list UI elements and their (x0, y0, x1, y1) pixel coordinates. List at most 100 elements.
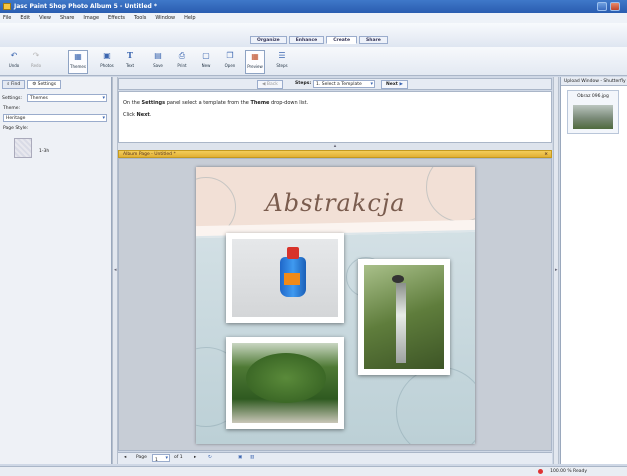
tab-find[interactable]: ⌕ Find (2, 80, 26, 89)
title-bar: Jasc Paint Shop Photo Album 5 - Untitled… (0, 0, 627, 13)
open-button[interactable]: ❐ Open (220, 50, 240, 74)
instruction-line-2: Click Next. (123, 112, 547, 118)
instr-text: . (149, 112, 152, 118)
photo-bottle (232, 239, 338, 317)
status-text: 100.00 % Ready (550, 469, 587, 474)
photo-frame-birds[interactable] (358, 259, 450, 375)
minimize-button[interactable] (597, 2, 607, 11)
redo-label: Redo (30, 63, 42, 68)
tab-find-label: Find (10, 82, 21, 87)
chevron-up-icon: ▴ (333, 143, 337, 149)
upload-item-label: Obraz 096.jpg (577, 94, 609, 99)
redo-icon: ↷ (32, 51, 40, 60)
preview-button[interactable]: ▦ Preview (245, 50, 265, 74)
steps-button[interactable]: ☰ Steps (272, 50, 292, 74)
menu-bar: File Edit View Share Image Effects Tools… (0, 13, 627, 23)
chevron-down-icon: ▾ (102, 95, 105, 101)
status-bar: 100.00 % Ready (0, 466, 627, 476)
album-page[interactable]: Abstrakcja (196, 167, 475, 444)
photos-button[interactable]: ▣ Photos (97, 50, 117, 74)
preview-label: Preview (247, 64, 263, 69)
bottle-cap (287, 247, 299, 259)
tab-settings-label: Settings (37, 82, 57, 87)
single-page-icon[interactable]: ▣ (238, 455, 242, 460)
back-button[interactable]: ◀ Back (257, 80, 283, 89)
undo-button[interactable]: ↶ Undo (4, 50, 24, 74)
steps-field-label: Steps: (295, 81, 312, 86)
photo-shrub (246, 353, 326, 403)
app-icon (3, 3, 11, 10)
right-splitter[interactable]: ▸ (553, 77, 559, 464)
instructions-panel: On the Settings panel select a template … (118, 91, 552, 143)
undo-icon: ↶ (10, 51, 18, 60)
tab-share[interactable]: Share (359, 36, 388, 44)
app-window: Jasc Paint Shop Photo Album 5 - Untitled… (0, 0, 627, 476)
menu-edit[interactable]: Edit (20, 15, 30, 21)
menu-effects[interactable]: Effects (108, 15, 125, 21)
page-label: Page (136, 455, 147, 460)
save-icon: ▤ (154, 51, 162, 60)
steps-select[interactable]: 1. Select a Template ▾ (313, 80, 375, 88)
instr-bold-theme: Theme (250, 100, 270, 106)
instr-bold-next: Next (136, 112, 150, 118)
page-value: 1 (155, 458, 158, 463)
menu-window[interactable]: Window (155, 15, 175, 21)
menu-image[interactable]: Image (83, 15, 99, 21)
chevron-left-icon: ◂ (114, 267, 117, 273)
open-label: Open (224, 63, 236, 68)
photo-frame-bottle[interactable] (226, 233, 344, 323)
save-label: Save (153, 63, 163, 68)
back-label: Back (266, 82, 278, 87)
workspace-tabs: Organize Enhance Create Share (250, 36, 388, 44)
chevron-right-icon: ▸ (555, 267, 558, 273)
close-button[interactable] (610, 2, 620, 11)
menu-file[interactable]: File (3, 15, 11, 21)
upload-thumbnail[interactable]: Obraz 096.jpg (567, 90, 619, 134)
new-button[interactable]: ▢ New (196, 50, 216, 74)
theme-select[interactable]: Heritage ▾ (3, 114, 107, 122)
save-button[interactable]: ▤ Save (148, 50, 168, 74)
text-label: Text (125, 63, 135, 68)
print-button[interactable]: ⎙ Print (172, 50, 192, 74)
redo-button[interactable]: ↷ Redo (26, 50, 46, 74)
tab-enhance[interactable]: Enhance (288, 36, 325, 44)
photo-frame-garden[interactable] (226, 337, 344, 429)
horizontal-splitter[interactable]: ▴ (118, 143, 552, 150)
step-bar: ◀ Back Steps: 1. Select a Template ▾ Next… (118, 78, 552, 90)
tab-create[interactable]: Create (326, 36, 358, 44)
chevron-down-icon: ▾ (165, 455, 168, 461)
album-page-heading[interactable]: Abstrakcja (196, 189, 475, 217)
settings-select[interactable]: Themes ▾ (27, 94, 107, 102)
text-button[interactable]: T Text (120, 50, 140, 74)
album-page-title: Album Page - Untitled * (123, 152, 176, 157)
menu-view[interactable]: View (39, 15, 51, 21)
bottle-label (284, 273, 300, 285)
settings-label: Settings: (2, 96, 22, 101)
photo-birds (364, 265, 444, 369)
next-button[interactable]: Next ▶ (381, 80, 408, 89)
menu-help[interactable]: Help (184, 15, 195, 21)
page-style-item-label: 1-3h (39, 149, 50, 154)
page-style-thumbnail[interactable] (14, 138, 32, 158)
print-icon: ⎙ (178, 51, 186, 60)
bird (392, 275, 404, 283)
new-label: New (201, 63, 211, 68)
steps-icon: ☰ (278, 51, 286, 60)
photo-garden (232, 343, 338, 423)
refresh-icon[interactable]: ↻ (208, 455, 212, 460)
prev-page-icon[interactable]: ◂ (124, 455, 126, 460)
page-select[interactable]: 1 ▾ (152, 454, 170, 463)
menu-share[interactable]: Share (60, 15, 74, 21)
instr-text: On the (123, 100, 142, 106)
album-close-button[interactable]: × (544, 151, 548, 158)
chevron-down-icon: ▾ (370, 81, 373, 87)
fountain-column (396, 283, 406, 363)
spread-view-icon[interactable]: ▥ (250, 455, 254, 460)
tab-organize[interactable]: Organize (250, 36, 287, 44)
open-icon: ❐ (226, 51, 234, 60)
chevron-down-icon: ▾ (102, 115, 105, 121)
next-page-icon[interactable]: ▸ (194, 455, 196, 460)
themes-button[interactable]: ▦ Themes (68, 50, 88, 74)
tab-settings[interactable]: ⚙ Settings (27, 80, 62, 89)
menu-tools[interactable]: Tools (134, 15, 146, 21)
